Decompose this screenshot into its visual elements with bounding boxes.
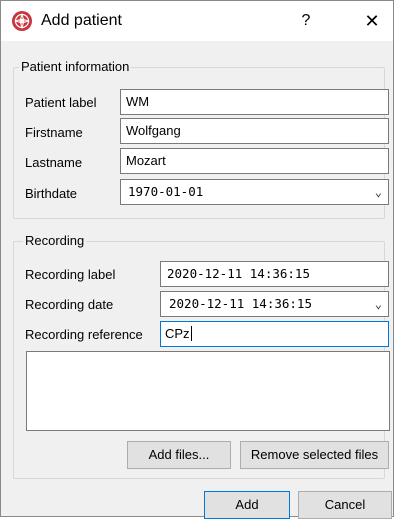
birthdate-label: Birthdate: [25, 186, 78, 201]
help-button[interactable]: ?: [291, 9, 321, 33]
recording-label-input[interactable]: 2020-12-11 14:36:15: [160, 261, 389, 287]
recording-reference-input[interactable]: CPz: [160, 321, 389, 347]
patient-information-title: Patient information: [19, 59, 132, 75]
dialog-title: Add patient: [41, 12, 122, 29]
birthdate-value: 1970-01-01: [128, 184, 204, 199]
lastname-label: Lastname: [25, 155, 83, 170]
recording-date-label: Recording date: [25, 297, 114, 312]
recording-reference-value: CPz: [165, 326, 190, 341]
patient-label-input[interactable]: WM: [120, 89, 389, 115]
birthdate-select[interactable]: 1970-01-01 ⌄: [120, 179, 389, 205]
add-button[interactable]: Add: [204, 491, 290, 519]
recording-date-value: 2020-12-11 14:36:15: [169, 296, 312, 311]
firstname-label: Firstname: [25, 125, 83, 140]
chevron-down-icon: ⌄: [374, 297, 382, 311]
firstname-input[interactable]: Wolfgang: [120, 118, 389, 144]
chevron-down-icon: ⌄: [374, 185, 382, 199]
close-button[interactable]: ✕: [357, 9, 387, 33]
add-patient-dialog: Add patient ? ✕ Patient information Pati…: [0, 0, 394, 519]
lastname-input[interactable]: Mozart: [120, 148, 389, 174]
cancel-button[interactable]: Cancel: [298, 491, 392, 519]
add-files-button[interactable]: Add files...: [127, 441, 231, 469]
patient-label-label: Patient label: [25, 95, 97, 110]
recording-files-list[interactable]: [26, 351, 390, 431]
recording-title: Recording: [23, 233, 87, 249]
text-caret: [190, 326, 192, 341]
recording-reference-label: Recording reference: [25, 327, 143, 342]
recording-date-select[interactable]: 2020-12-11 14:36:15 ⌄: [160, 291, 389, 317]
remove-selected-files-button[interactable]: Remove selected files: [240, 441, 389, 469]
app-logo-icon: [12, 11, 32, 31]
title-bar: Add patient ? ✕: [1, 1, 393, 41]
recording-label-label: Recording label: [25, 267, 116, 282]
